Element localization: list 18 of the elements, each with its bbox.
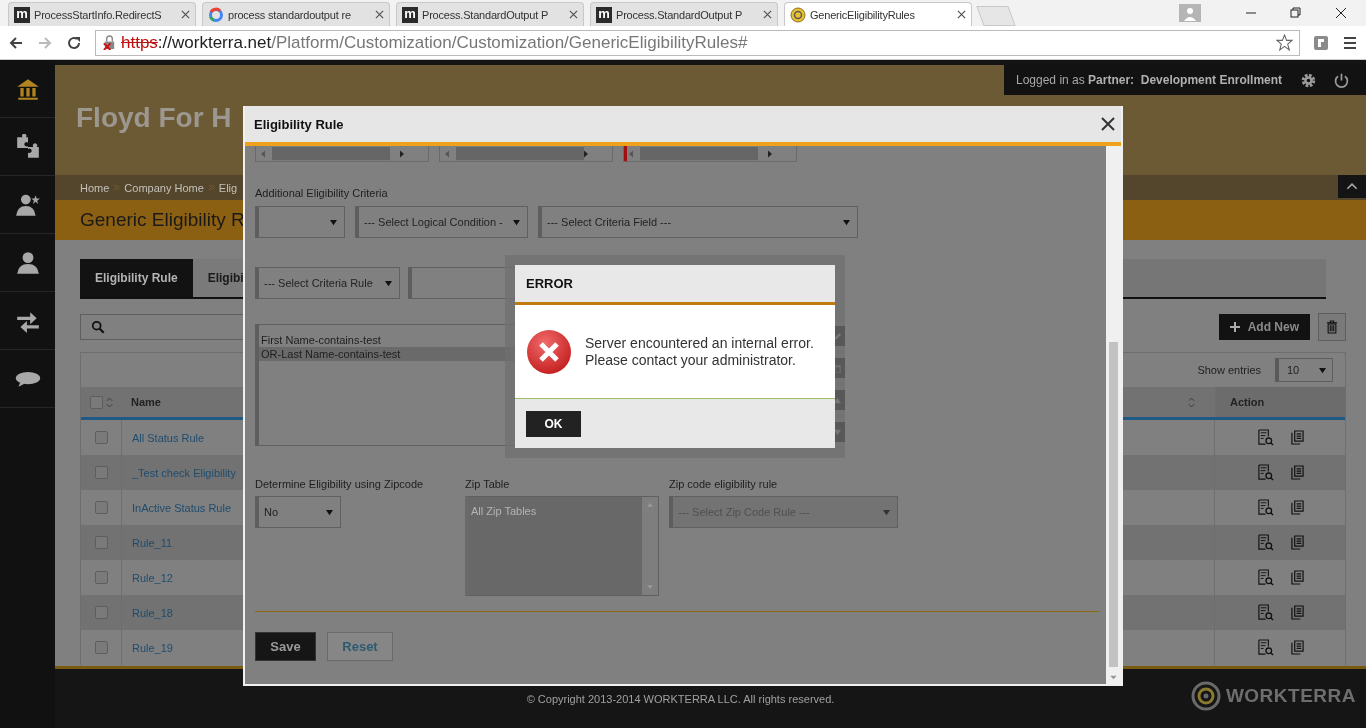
company-name: Floyd For H xyxy=(76,102,232,134)
field-label: Zip code eligibility rule xyxy=(669,478,779,490)
field-label: Determine Eligibility using Zipcode xyxy=(255,478,425,490)
section-label: Additional Eligibility Criteria xyxy=(255,187,389,199)
logo-text: WORKTERRA xyxy=(1225,685,1356,707)
dialog-title: ERROR xyxy=(526,276,573,291)
error-message: Server encountered an internal error. Please contact your administrator. xyxy=(585,334,815,369)
login-text: Logged in as Partner: Development Enrollment xyxy=(1016,73,1283,87)
column-header: Action xyxy=(1215,387,1345,417)
favicon-icon: m xyxy=(402,6,418,23)
field-label: Zip Table xyxy=(465,478,511,490)
dialog-title: Eligibility Rule xyxy=(254,116,344,132)
show-entries-label: Show entries xyxy=(1197,364,1261,376)
page-title: Generic Eligibility R xyxy=(80,209,245,231)
favicon-icon: m xyxy=(14,6,30,23)
copyright-text: © Copyright 2013-2014 WORKTERRA LLC. All rights reserved. xyxy=(526,692,835,705)
url-text: https://workterra.net/Platform/Customization/Customization/GenericEligibilityRules# xyxy=(121,32,749,53)
favicon-icon: m xyxy=(596,6,612,23)
